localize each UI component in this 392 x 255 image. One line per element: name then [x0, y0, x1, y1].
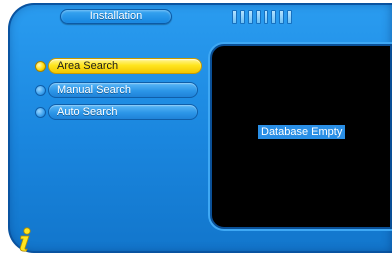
signal-bar — [239, 10, 245, 24]
signal-bar — [271, 10, 277, 24]
menu-item-auto-search[interactable]: Auto Search — [48, 104, 198, 120]
signal-bar — [263, 10, 269, 24]
signal-bar — [255, 10, 261, 24]
menu-item-manual-search[interactable]: Manual Search — [48, 82, 198, 98]
menu-item-label: Manual Search — [57, 84, 131, 96]
page-title: Installation — [60, 9, 172, 24]
menu-bullet-auto-search — [35, 107, 46, 118]
database-status: Database Empty — [258, 125, 346, 139]
signal-bar — [232, 10, 237, 24]
info-icon — [19, 227, 31, 252]
menu-bullet-manual-search — [35, 85, 46, 96]
signal-bars — [232, 10, 292, 24]
menu-item-area-search[interactable]: Area Search — [48, 58, 202, 74]
menu-bullet-area-search — [35, 61, 46, 72]
signal-bar — [287, 10, 292, 24]
menu-item-label: Auto Search — [57, 106, 118, 118]
signal-bar — [247, 10, 253, 24]
signal-bar — [279, 10, 285, 24]
menu-item-label: Area Search — [57, 60, 119, 72]
